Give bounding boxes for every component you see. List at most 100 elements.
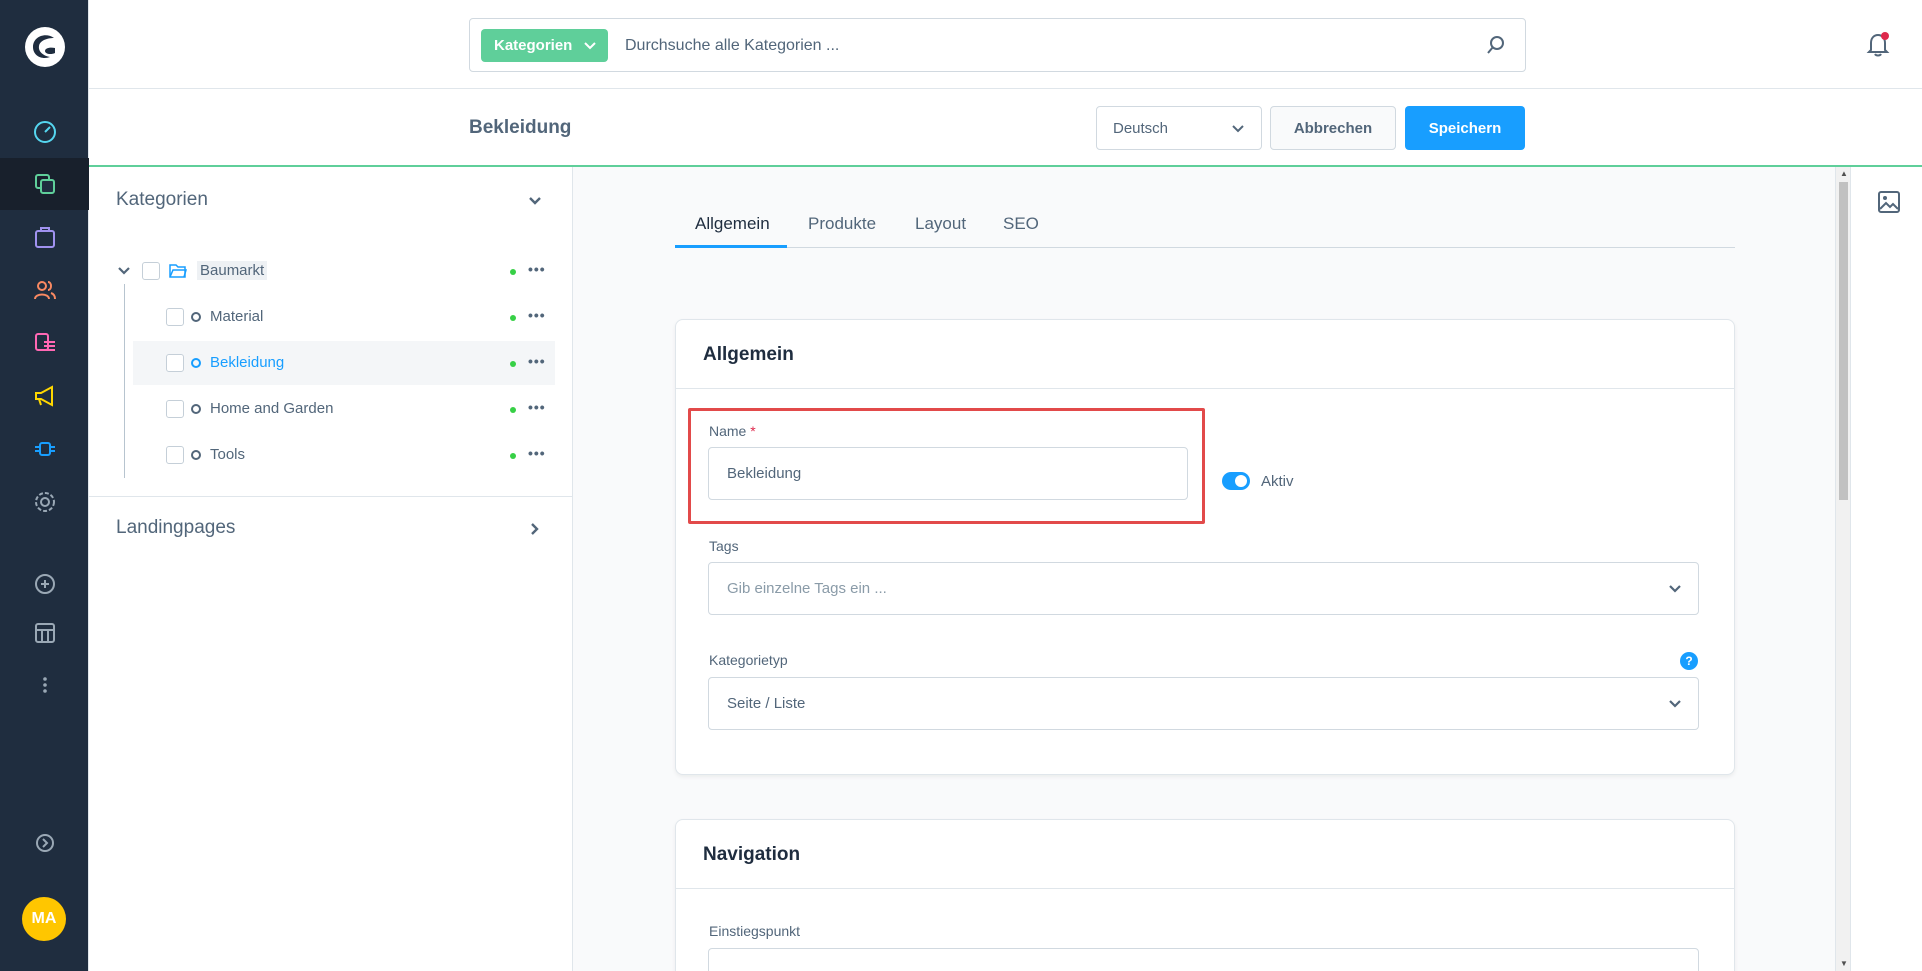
landingpages-title[interactable]: Landingpages [116, 517, 235, 539]
tags-label: Tags [709, 538, 739, 554]
name-field[interactable]: Bekleidung [708, 447, 1188, 500]
category-leaf-icon [191, 404, 201, 414]
page-title: Bekleidung [469, 117, 572, 138]
chevron-down-icon[interactable] [118, 266, 130, 276]
context-menu-button[interactable]: ••• [528, 445, 546, 461]
save-button[interactable]: Speichern [1405, 106, 1525, 150]
status-dot [510, 269, 516, 275]
sidebar-item-customers[interactable] [0, 264, 89, 316]
sidebar-collapse-button[interactable] [0, 817, 89, 869]
language-switch[interactable]: Deutsch [1096, 106, 1262, 150]
help-icon[interactable]: ? [1680, 652, 1698, 670]
tree-item-checkbox[interactable] [166, 354, 184, 372]
customers-icon [33, 281, 56, 300]
tree-item-checkbox[interactable] [166, 446, 184, 464]
tree-item-label: Baumarkt [197, 261, 268, 280]
tree-item-label: Bekleidung [210, 354, 285, 371]
sidebar-item-content[interactable] [0, 317, 89, 369]
smart-bar: Bekleidung Deutsch Abbrechen Speichern [89, 89, 1922, 167]
sidebar-item-catalog[interactable] [0, 158, 89, 210]
media-image-icon[interactable] [1877, 190, 1901, 214]
user-avatar[interactable]: MA [22, 897, 66, 941]
required-mark: * [750, 423, 756, 439]
tags-select[interactable]: Gib einzelne Tags ein ... [708, 562, 1699, 615]
sidebar-item-more[interactable] [0, 659, 89, 711]
card-title: Navigation [703, 844, 801, 865]
context-menu-button[interactable]: ••• [528, 307, 546, 323]
tree-item-child[interactable]: Tools ••• [133, 433, 555, 477]
catalog-icon [34, 174, 55, 194]
card-separator [676, 888, 1734, 889]
chevron-down-icon [1669, 585, 1681, 593]
sidebar-item-marketing[interactable] [0, 370, 89, 422]
chevron-right-icon[interactable] [528, 522, 542, 536]
content-scrollbar[interactable]: ▲ ▼ [1835, 167, 1850, 971]
shopware-logo-icon[interactable] [24, 26, 66, 68]
panel-divider [89, 496, 572, 497]
context-menu-button[interactable]: ••• [528, 399, 546, 415]
active-toggle[interactable] [1222, 472, 1250, 490]
card-separator [676, 388, 1734, 389]
chevron-down-icon [1669, 700, 1681, 708]
dashboard-icon [33, 121, 56, 143]
category-leaf-icon [191, 358, 201, 368]
category-leaf-icon [191, 312, 201, 322]
cancel-button[interactable]: Abbrechen [1270, 106, 1396, 150]
tree-item-checkbox[interactable] [142, 262, 160, 280]
tab-layout[interactable]: Layout [915, 214, 966, 234]
active-label: Aktiv [1261, 473, 1294, 490]
category-leaf-icon [191, 450, 201, 460]
tree-item-child[interactable]: Material ••• [133, 295, 555, 339]
context-menu-button[interactable]: ••• [528, 353, 546, 369]
tab-allgemein[interactable]: Allgemein [695, 214, 770, 234]
tree-connector-line [124, 284, 125, 478]
active-tab-indicator [675, 245, 787, 248]
tree-panel-title: Kategorien [116, 189, 208, 210]
language-value: Deutsch [1113, 119, 1169, 137]
entry-point-select[interactable] [708, 948, 1699, 971]
sidebar-item-extensions[interactable] [0, 423, 89, 475]
sidebar-item-orders[interactable] [0, 211, 89, 263]
chevron-down-icon [1232, 125, 1244, 133]
tree-item-child-selected[interactable]: Bekleidung ••• [133, 341, 555, 385]
category-type-value: Seite / Liste [727, 695, 806, 712]
sales-channel-icon [34, 623, 55, 643]
folder-open-icon [169, 264, 187, 278]
sidebar-item-add[interactable] [0, 558, 89, 610]
sidebar-item-settings[interactable] [0, 476, 89, 528]
status-dot [510, 361, 516, 367]
sidebar-item-dashboard[interactable] [0, 105, 89, 157]
navigation-card: Navigation Einstiegspunkt [675, 819, 1735, 971]
chevron-down-icon[interactable] [528, 194, 542, 208]
search-type-select[interactable]: Kategorien [481, 29, 608, 62]
tree-item-root[interactable]: Baumarkt ••• [89, 249, 555, 293]
add-icon [34, 574, 55, 594]
search-type-label: Kategorien [494, 37, 573, 54]
context-menu-button[interactable]: ••• [528, 261, 546, 277]
right-sidebar [1850, 167, 1922, 971]
extensions-icon [34, 442, 55, 456]
tree-item-child[interactable]: Home and Garden ••• [133, 387, 555, 431]
notification-bell-icon[interactable] [1864, 30, 1892, 58]
scroll-up-arrow-icon[interactable]: ▲ [1840, 169, 1848, 178]
status-dot [510, 315, 516, 321]
search-input[interactable] [625, 32, 1425, 60]
collapse-icon [35, 834, 54, 852]
name-label-text: Name [709, 423, 747, 439]
settings-icon [34, 492, 55, 512]
tab-seo[interactable]: SEO [1003, 214, 1039, 234]
tree-item-checkbox[interactable] [166, 400, 184, 418]
scroll-down-arrow-icon[interactable]: ▼ [1840, 959, 1848, 968]
orders-icon [34, 227, 55, 248]
tab-produkte[interactable]: Produkte [808, 214, 876, 234]
chevron-down-icon [584, 41, 597, 49]
search-icon[interactable] [1485, 34, 1507, 56]
entry-point-label: Einstiegspunkt [709, 923, 801, 939]
category-type-select[interactable]: Seite / Liste [708, 677, 1699, 730]
more-icon [42, 677, 47, 693]
sidebar-item-sales-channel[interactable] [0, 607, 89, 659]
scroll-thumb[interactable] [1839, 182, 1848, 500]
card-title: Allgemein [703, 344, 794, 365]
tree-item-checkbox[interactable] [166, 308, 184, 326]
tree-item-label: Material [210, 308, 264, 325]
